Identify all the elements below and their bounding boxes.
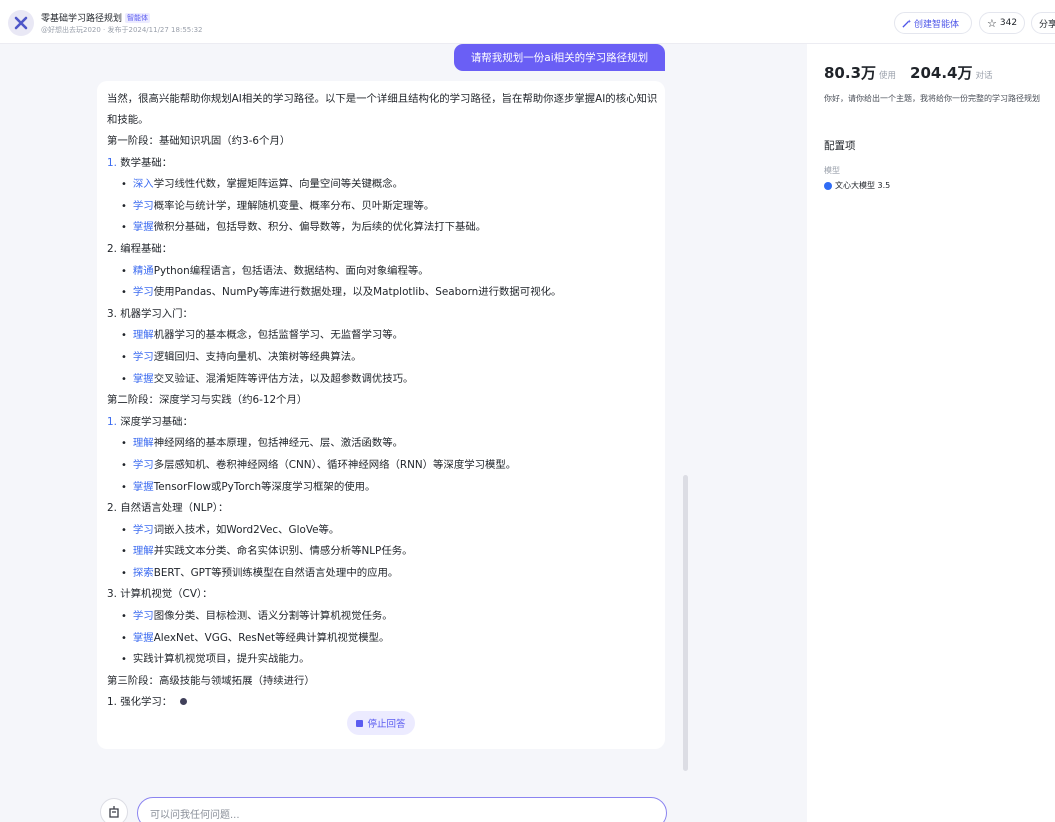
user-message-bubble: 请帮我规划一份ai相关的学习路径规划 bbox=[454, 44, 665, 71]
list-item: 1. 数学基础： bbox=[107, 156, 173, 169]
bullet-item: 掌握AlexNet、VGG、ResNet等经典计算机视觉模型。 bbox=[107, 628, 655, 650]
bullet-item: 学习图像分类、目标检测、语义分割等计算机视觉任务。 bbox=[107, 606, 655, 628]
stop-answer-label: 停止回答 bbox=[367, 719, 406, 730]
back-close-icon[interactable] bbox=[8, 10, 34, 36]
bullet-item: 探索BERT、GPT等预训练模型在自然语言处理中的应用。 bbox=[107, 563, 655, 585]
top-header: 零基础学习路径规划 智能体 @好想出去玩2020 · 发布于2024/11/27 … bbox=[0, 0, 1055, 44]
bullet-item: 学习多层感知机、卷积神经网络（CNN）、循环神经网络（RNN）等深度学习模型。 bbox=[107, 455, 655, 477]
chat-input-placeholder: 可以问我任何问题... bbox=[150, 809, 240, 821]
stage-heading: 第三阶段：高级技能与领域拓展（持续进行） bbox=[107, 674, 315, 687]
bullet-item: 理解机器学习的基本概念，包括监督学习、无监督学习等。 bbox=[107, 325, 655, 347]
agent-description: 你好，请你给出一个主题，我将给你一份完整的学习路径规划 bbox=[824, 94, 1040, 103]
bullet-item: 实践计算机视觉项目，提升实战能力。 bbox=[107, 649, 655, 671]
stop-icon bbox=[356, 719, 364, 727]
stop-answer-button[interactable]: 停止回答 bbox=[347, 711, 415, 735]
favorite-button[interactable]: ☆ 342 bbox=[979, 12, 1025, 34]
bullet-item: 理解并实践文本分类、命名实体识别、情感分析等NLP任务。 bbox=[107, 541, 655, 563]
usage-count: 80.3万 bbox=[824, 64, 877, 82]
bullet-item: 学习使用Pandas、NumPy等库进行数据处理，以及Matplotlib、Se… bbox=[107, 282, 655, 304]
agent-name: 零基础学习路径规划 bbox=[41, 14, 123, 24]
stage-heading: 第一阶段：基础知识巩固（约3-6个月） bbox=[107, 135, 291, 147]
dialog-label: 对话 bbox=[975, 71, 993, 81]
agent-info-sidebar: 80.3万 使用 204.4万 对话 你好，请你给出一个主题，我将给你一份完整的学习路… bbox=[807, 44, 1055, 822]
magic-wand-icon bbox=[902, 18, 911, 28]
share-button[interactable]: 分享 bbox=[1031, 12, 1055, 34]
bullet-item: 掌握TensorFlow或PyTorch等深度学习框架的使用。 bbox=[107, 477, 655, 499]
assistant-answer-card: 当然，很高兴能帮助你规划AI相关的学习路径。以下是一个详细且结构化的学习路径，旨… bbox=[97, 81, 665, 749]
agent-meta: @好想出去玩2020 · 发布于2024/11/27 18:55:32 bbox=[41, 26, 203, 34]
bullet-item: 掌握交叉验证、混淆矩阵等评估方法，以及超参数调优技巧。 bbox=[107, 369, 655, 391]
new-chat-icon[interactable] bbox=[100, 798, 128, 822]
list-item: 3. 机器学习入门： bbox=[107, 307, 193, 320]
share-label: 分享 bbox=[1039, 19, 1055, 30]
model-label: 模型 bbox=[824, 166, 840, 175]
list-item: 2. 自然语言处理（NLP）： bbox=[107, 502, 229, 515]
bullet-item: 学习词嵌入技术，如Word2Vec、GloVe等。 bbox=[107, 520, 655, 542]
bullet-item: 掌握微积分基础，包括导数、积分、偏导数等，为后续的优化算法打下基础。 bbox=[107, 217, 655, 239]
chat-scrollbar[interactable] bbox=[683, 475, 688, 771]
typing-indicator bbox=[180, 698, 188, 706]
config-title: 配置项 bbox=[824, 140, 856, 152]
usage-label: 使用 bbox=[879, 71, 897, 81]
dialog-count: 204.4万 bbox=[910, 64, 973, 82]
stage-heading: 第二阶段：深度学习与实践（约6-12个月） bbox=[107, 394, 308, 407]
model-value: 文心大模型 3.5 bbox=[824, 180, 890, 191]
bullet-item: 精通Python编程语言，包括语法、数据结构、面向对象编程等。 bbox=[107, 261, 655, 283]
answer-intro: 当然，很高兴能帮助你规划AI相关的学习路径。以下是一个详细且结构化的学习路径，旨… bbox=[107, 93, 658, 126]
model-name: 文心大模型 3.5 bbox=[835, 181, 891, 190]
bullet-item: 学习概率论与统计学，理解随机变量、概率分布、贝叶斯定理等。 bbox=[107, 196, 655, 218]
star-count: 342 bbox=[999, 18, 1018, 28]
star-icon: ☆ bbox=[987, 16, 997, 30]
bullet-item: 理解神经网络的基本原理，包括神经元、层、激活函数等。 bbox=[107, 433, 655, 455]
bullet-item: 深入学习线性代数，掌握矩阵运算、向量空间等关键概念。 bbox=[107, 174, 655, 196]
create-agent-button[interactable]: 创建智能体 bbox=[894, 12, 972, 34]
create-agent-label: 创建智能体 bbox=[914, 19, 960, 30]
chat-input[interactable]: 可以问我任何问题... bbox=[137, 797, 667, 822]
usage-stats: 80.3万 使用 204.4万 对话 bbox=[824, 62, 1007, 83]
list-item: 3. 计算机视觉（CV）： bbox=[107, 588, 213, 601]
bullet-item: 学习逻辑回归、支持向量机、决策树等经典算法。 bbox=[107, 347, 655, 369]
list-item: 2. 编程基础： bbox=[107, 242, 173, 255]
agent-title: 零基础学习路径规划 智能体 bbox=[41, 11, 151, 24]
list-item: 1. 深度学习基础： bbox=[107, 415, 193, 428]
model-icon bbox=[824, 181, 832, 190]
agent-badge: 智能体 bbox=[125, 13, 151, 23]
